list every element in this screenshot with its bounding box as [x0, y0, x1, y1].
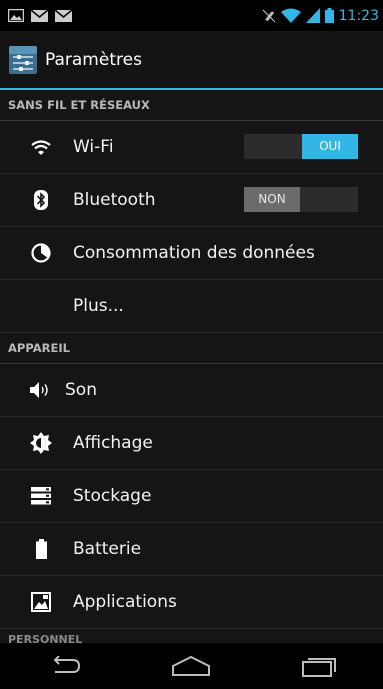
setting-more[interactable]: Plus...	[0, 280, 383, 333]
home-icon	[172, 656, 211, 676]
back-button[interactable]	[34, 646, 94, 686]
setting-sound[interactable]: Son	[0, 364, 383, 417]
settings-list[interactable]: SANS FIL ET RÉSEAUX Wi-Fi OUI Bluetooth …	[0, 90, 383, 643]
data-usage-icon	[29, 241, 53, 265]
image-notification-icon	[8, 9, 24, 22]
mail-icon	[31, 9, 48, 22]
section-header-personal: PERSONNEL	[8, 633, 83, 643]
action-bar: Paramètres	[0, 31, 383, 90]
setting-battery[interactable]: Batterie	[0, 523, 383, 576]
section-header-wireless: SANS FIL ET RÉSEAUX	[0, 90, 383, 121]
display-brightness-icon	[29, 431, 53, 455]
storage-icon	[29, 484, 53, 508]
setting-label: Stockage	[73, 486, 152, 506]
wifi-toggle-label: OUI	[302, 134, 358, 159]
settings-app-icon[interactable]	[8, 45, 38, 75]
page-title: Paramètres	[45, 49, 142, 70]
bluetooth-icon	[29, 188, 53, 212]
navigation-bar	[0, 643, 383, 689]
mail-icon	[55, 9, 72, 22]
setting-label: Consommation des données	[73, 243, 315, 263]
setting-data-usage[interactable]: Consommation des données	[0, 227, 383, 280]
clock: 11:23	[338, 7, 379, 24]
wifi-signal-icon	[280, 8, 301, 23]
home-button[interactable]	[161, 646, 221, 686]
setting-applications[interactable]: Applications	[0, 576, 383, 629]
system-icons: 11:23	[262, 8, 383, 24]
battery-icon	[324, 8, 334, 23]
battery-setting-icon	[29, 537, 53, 561]
notification-icons	[0, 9, 72, 22]
bluetooth-toggle-label: NON	[244, 187, 300, 212]
recent-apps-icon	[302, 658, 337, 677]
sound-icon	[29, 378, 53, 402]
setting-label: Affichage	[73, 433, 153, 453]
setting-wifi[interactable]: Wi-Fi OUI	[0, 121, 383, 174]
setting-display[interactable]: Affichage	[0, 417, 383, 470]
section-header-device: APPAREIL	[0, 333, 383, 364]
setting-label: Bluetooth	[73, 190, 156, 210]
setting-label: Son	[65, 380, 97, 400]
setting-bluetooth[interactable]: Bluetooth NON	[0, 174, 383, 227]
wifi-toggle[interactable]: OUI	[244, 134, 358, 159]
setting-label: Applications	[73, 592, 177, 612]
setting-label: Wi-Fi	[73, 137, 114, 157]
status-bar: 11:23	[0, 0, 383, 31]
setting-label: Plus...	[73, 296, 124, 316]
mute-icon	[262, 9, 276, 22]
wifi-icon	[29, 135, 53, 159]
bluetooth-toggle[interactable]: NON	[244, 187, 358, 212]
setting-label: Batterie	[73, 539, 142, 559]
setting-storage[interactable]: Stockage	[0, 470, 383, 523]
back-icon	[53, 656, 80, 673]
recent-apps-button[interactable]	[289, 646, 349, 686]
applications-icon	[29, 590, 53, 614]
cell-signal-icon	[305, 8, 320, 23]
